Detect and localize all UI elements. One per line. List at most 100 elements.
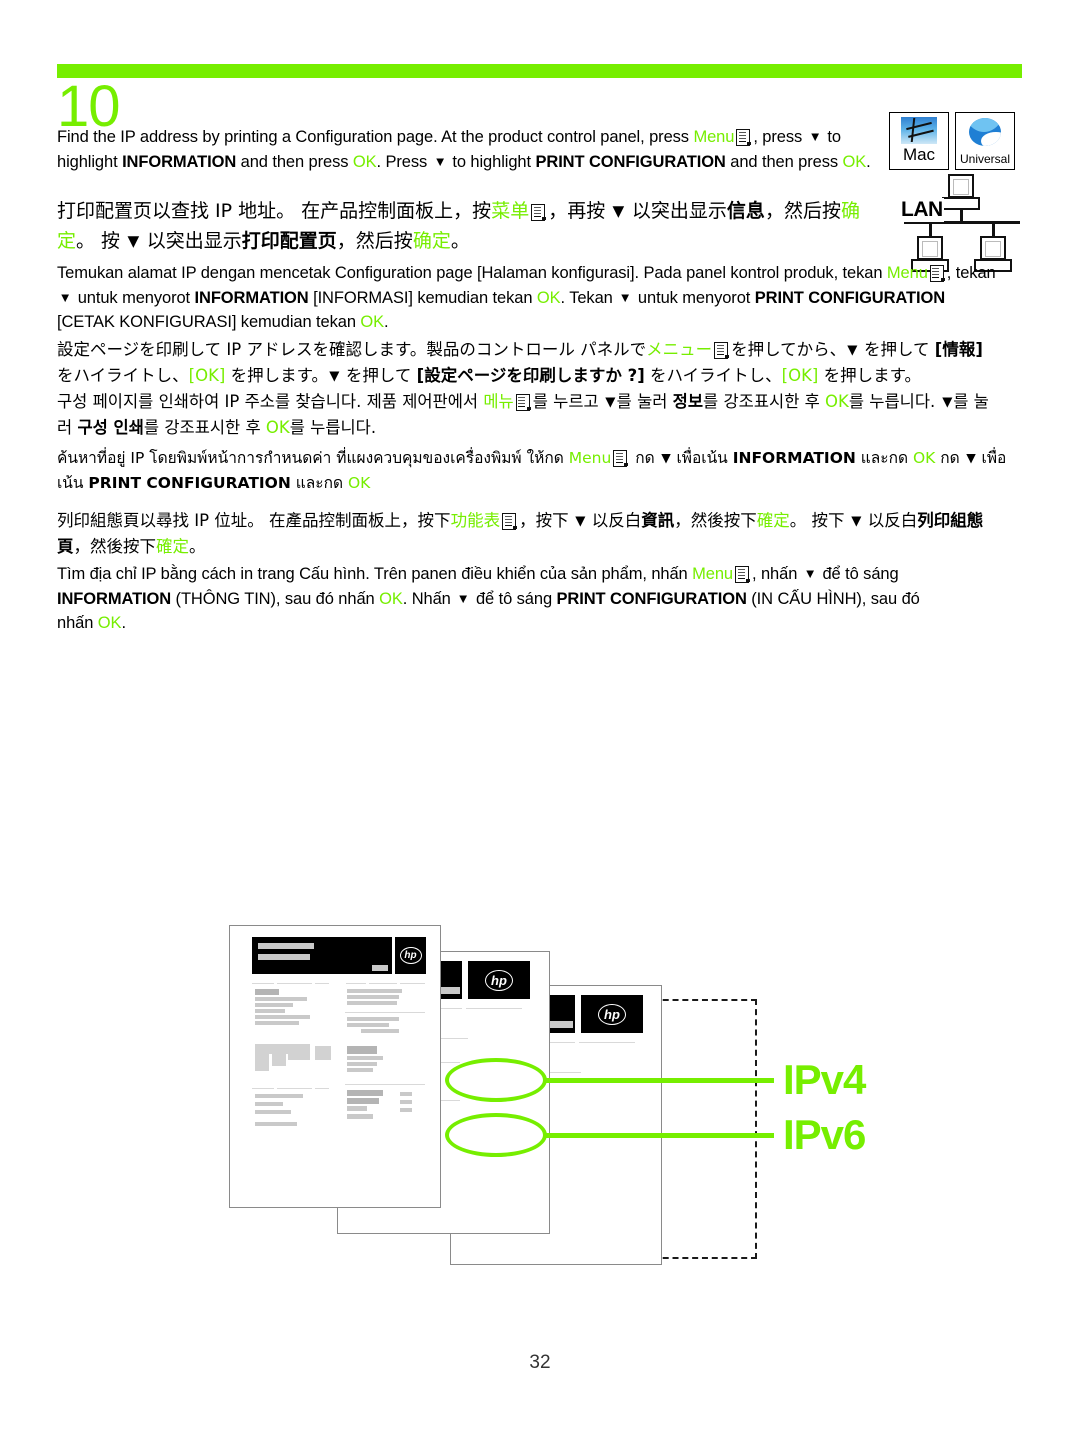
menu-button-icon bbox=[502, 513, 518, 530]
down-arrow-icon: ▼ bbox=[456, 591, 470, 606]
instruction-text: ค้นหาที่อยู่ IP โดยพิมพ์หน้าการกำหนดค่า … bbox=[57, 449, 569, 467]
menu-item-label: [設定ページを印刷しますか ?] bbox=[416, 366, 645, 385]
instruction-text: and then press bbox=[725, 152, 843, 171]
instruction-text: 를 누르고 bbox=[532, 392, 604, 411]
control-key-label: メニュー bbox=[646, 340, 713, 359]
config-sheet-middle: hp bbox=[337, 951, 550, 1234]
hp-logo-glyph: hp bbox=[399, 947, 422, 964]
mac-badge: Mac bbox=[889, 112, 949, 170]
menu-button-icon bbox=[736, 129, 752, 146]
menu-item-label: INFORMATION bbox=[194, 288, 309, 307]
menu-item-label: PRINT CONFIGURATION bbox=[88, 474, 291, 492]
instructions-thai: ค้นหาที่อยู่ IP โดยพิมพ์หน้าการกำหนดค่า … bbox=[57, 446, 1012, 496]
hp-logo-box: hp bbox=[581, 995, 643, 1033]
down-arrow-icon: ▼ bbox=[660, 450, 671, 466]
instruction-text: และกด bbox=[855, 449, 913, 467]
instruction-text: ，按下 bbox=[519, 511, 574, 530]
mac-badge-label: Mac bbox=[902, 145, 936, 164]
instruction-text: 以反白 bbox=[586, 511, 642, 530]
ipv4-leader-line bbox=[545, 1078, 774, 1083]
instruction-text: 。 bbox=[450, 230, 470, 252]
config-sheet-front: hp bbox=[229, 925, 441, 1208]
control-key-label: OK bbox=[347, 474, 371, 492]
down-arrow-icon: ▼ bbox=[433, 154, 447, 169]
sheet-header-band bbox=[461, 995, 575, 1033]
instruction-text: untuk menyorot bbox=[73, 288, 195, 307]
menu-button-icon bbox=[531, 204, 547, 221]
instructions-korean: 구성 페이지를 인쇄하여 IP 주소를 찾습니다. 제품 제어판에서 메뉴 를 누… bbox=[57, 389, 1002, 441]
instruction-text: and then press bbox=[236, 152, 353, 171]
down-arrow-icon: ▼ bbox=[965, 450, 976, 466]
instruction-text: . bbox=[866, 152, 871, 171]
menu-item-label: 信息 bbox=[726, 200, 765, 222]
instruction-text: . bbox=[121, 614, 126, 632]
control-key-label: [OK] bbox=[781, 366, 819, 385]
control-key-label: OK bbox=[352, 152, 377, 171]
menu-item-label: INFORMATION bbox=[122, 152, 237, 171]
control-key-label: Menu bbox=[692, 565, 733, 583]
down-arrow-icon: ▼ bbox=[612, 202, 625, 220]
instruction-text: ，然後按下 bbox=[674, 511, 757, 530]
down-arrow-icon: ▼ bbox=[605, 394, 616, 410]
platform-badges: Mac Universal bbox=[889, 112, 1015, 170]
menu-button-icon bbox=[735, 566, 750, 583]
instructions-simplified-chinese: 打印配置页以查找 IP 地址。 在产品控制面板上，按菜单 ，再按 ▼ 以突出显示信… bbox=[57, 196, 887, 256]
instruction-text: [CETAK KONFIGURASI] kemudian tekan bbox=[57, 313, 361, 331]
sheet-header-band bbox=[348, 961, 462, 999]
down-arrow-icon: ▼ bbox=[808, 129, 822, 145]
instruction-text: を押して bbox=[340, 366, 417, 385]
control-key-label: Menu bbox=[568, 449, 612, 467]
instruction-text: 列印組態頁以尋找 IP 位址。 在產品控制面板上，按下 bbox=[57, 511, 451, 530]
control-key-label: 确定 bbox=[412, 230, 451, 252]
ipv-dashed-region bbox=[545, 999, 757, 1259]
instruction-text: để tô sáng bbox=[471, 589, 557, 608]
hp-logo-box: hp bbox=[395, 937, 426, 974]
control-key-label: Menu bbox=[693, 128, 735, 146]
down-arrow-icon: ▼ bbox=[847, 342, 858, 358]
control-key-label: OK bbox=[825, 392, 849, 411]
instruction-text: をハイライトし、 bbox=[644, 366, 782, 385]
instruction-text: 以突出显示 bbox=[140, 230, 242, 252]
instruction-text: 를 누릅니다. bbox=[289, 418, 377, 437]
instructions-japanese: 設定ページを印刷して IP アドレスを確認します。製品のコントロール パネルでメ… bbox=[57, 337, 1002, 389]
menu-item-label: PRINT CONFIGURATION bbox=[535, 152, 726, 171]
menu-item-label: PRINT CONFIGURATION bbox=[556, 589, 747, 608]
instruction-text: to highlight bbox=[447, 152, 536, 171]
instructions-traditional-chinese: 列印組態頁以尋找 IP 位址。 在產品控制面板上，按下功能表 ，按下 ▼ 以反白資… bbox=[57, 508, 1002, 560]
instruction-text: 를 강조표시한 후 bbox=[703, 392, 826, 411]
instruction-text: กด bbox=[935, 449, 965, 467]
ipv6-label: IPv6 bbox=[783, 1111, 866, 1158]
instruction-text: กด bbox=[630, 449, 660, 467]
instruction-text: 를 강조표시한 후 bbox=[143, 418, 266, 437]
sheet-header-band bbox=[252, 937, 392, 974]
lan-label: LAN bbox=[900, 198, 944, 222]
universal-globe-icon bbox=[969, 118, 1001, 146]
instruction-text: ，然后按 bbox=[336, 230, 413, 252]
config-sheet-back: hp bbox=[450, 985, 662, 1265]
instruction-text: をハイライトし、 bbox=[57, 366, 189, 385]
control-key-label: [OK] bbox=[188, 366, 226, 385]
instruction-text: 。 按下 bbox=[789, 511, 850, 530]
instruction-text: を押してから、 bbox=[731, 340, 847, 359]
instruction-text: [INFORMASI] kemudian tekan bbox=[308, 288, 537, 307]
sheet-header-chip bbox=[549, 1021, 573, 1028]
instruction-text: Temukan alamat IP dengan mencetak Config… bbox=[57, 264, 887, 282]
universal-badge: Universal bbox=[955, 112, 1015, 170]
instruction-text: และกด bbox=[290, 474, 348, 492]
instruction-text: 。 按 bbox=[76, 230, 127, 252]
instruction-text: を押して bbox=[858, 340, 935, 359]
page-number: 32 bbox=[529, 1352, 551, 1373]
instruction-text: . Nhấn bbox=[402, 589, 456, 608]
menu-item-label: 구성 인쇄 bbox=[77, 418, 144, 437]
menu-item-label: 정보 bbox=[672, 392, 704, 411]
down-arrow-icon: ▼ bbox=[618, 290, 632, 305]
ipv4-highlight-ellipse bbox=[445, 1058, 547, 1102]
control-key-label: OK bbox=[536, 288, 561, 307]
down-arrow-icon: ▼ bbox=[127, 232, 140, 250]
instruction-text: , nhấn bbox=[752, 565, 802, 583]
mac-icon bbox=[901, 117, 937, 144]
control-key-label: OK bbox=[842, 152, 867, 171]
menu-item-label: [情報] bbox=[934, 340, 983, 359]
control-key-label: OK bbox=[360, 313, 385, 331]
menu-item-label: 資訊 bbox=[641, 511, 675, 530]
